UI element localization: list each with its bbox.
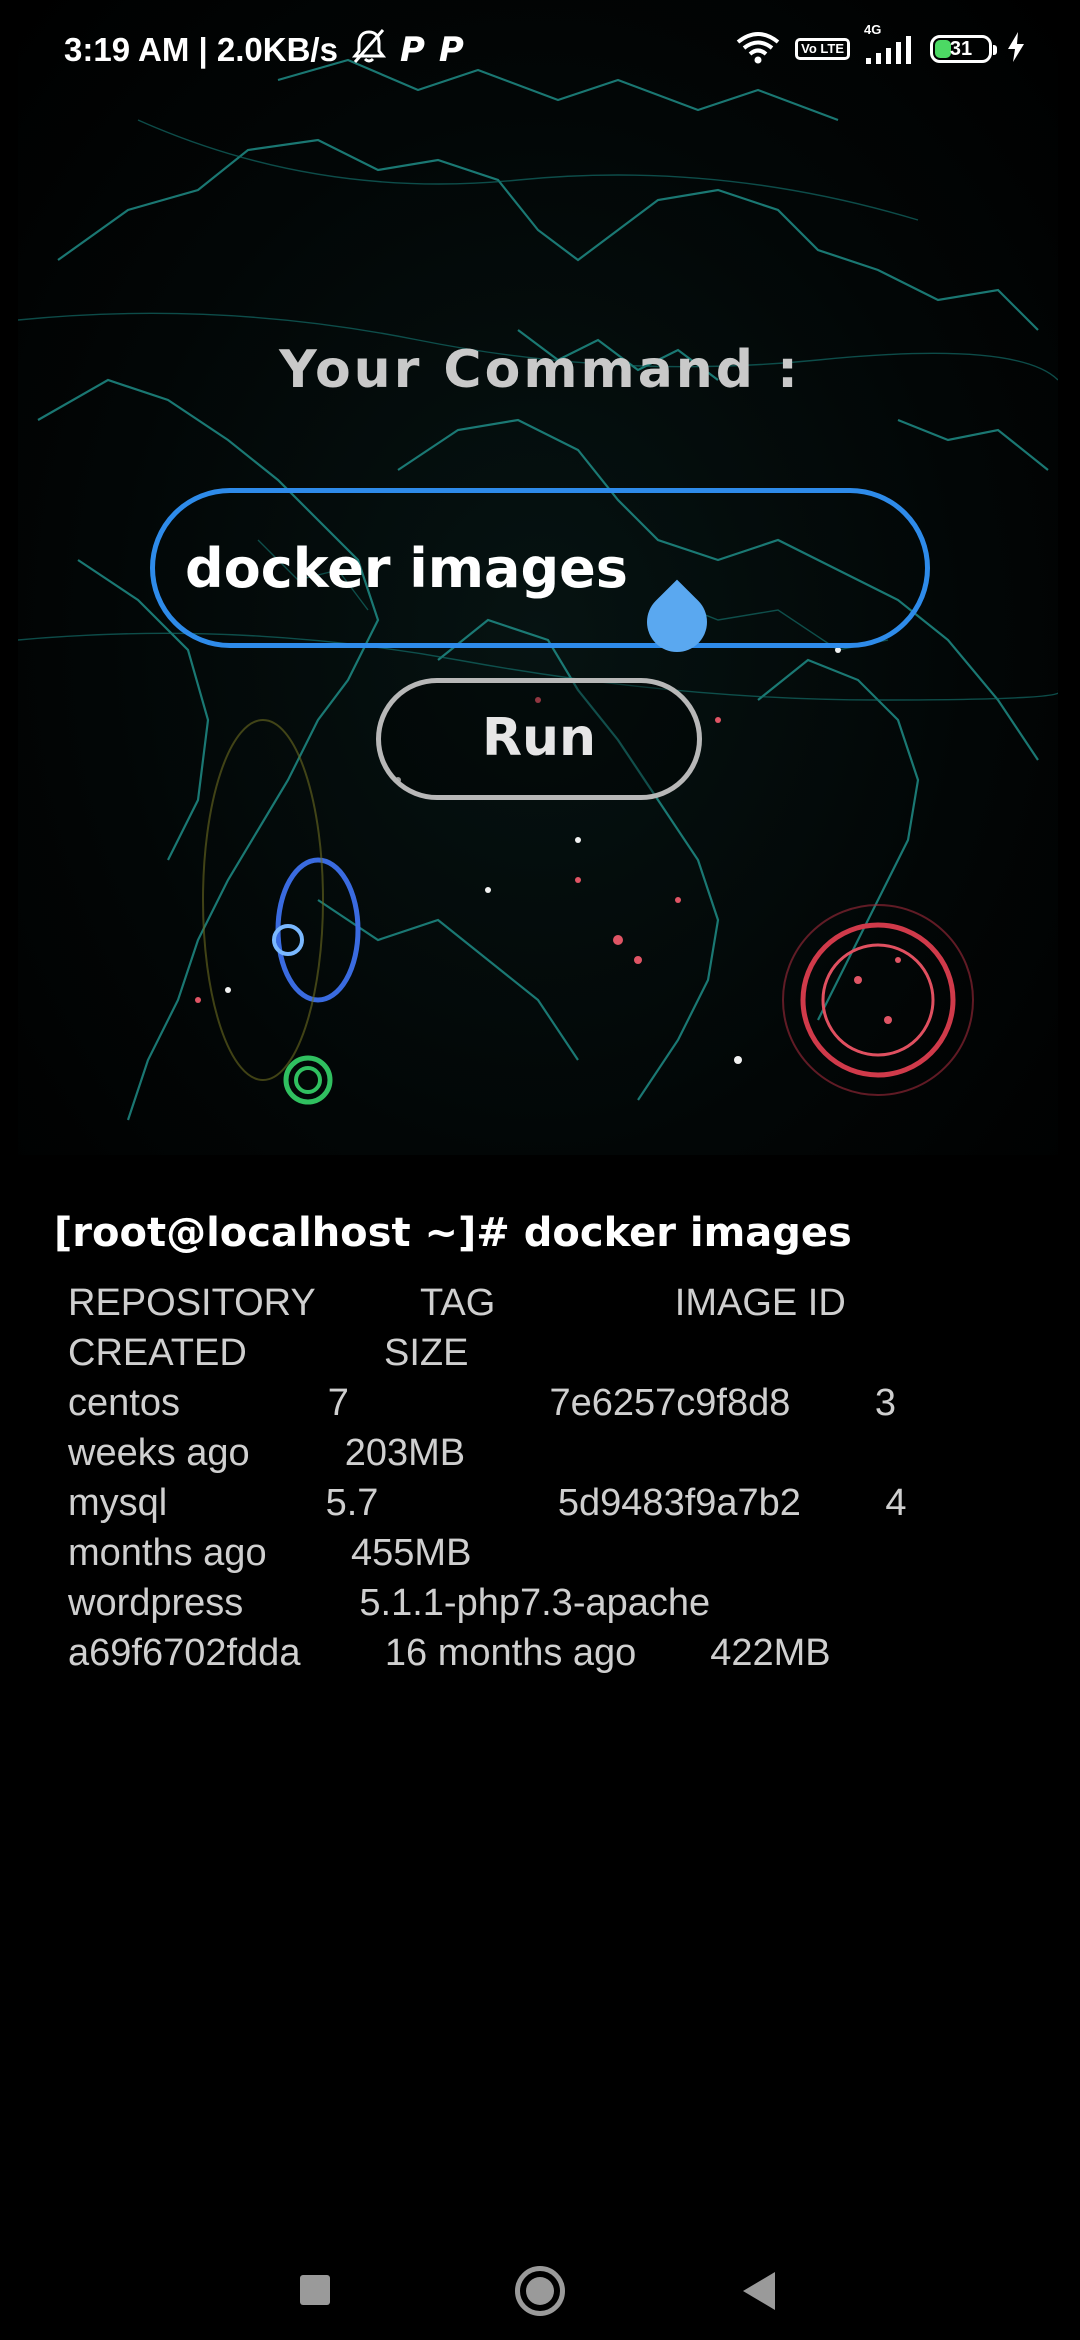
back-triangle-icon[interactable] bbox=[743, 2272, 775, 2310]
output-line: months ago 455MB bbox=[68, 1532, 472, 1574]
command-input[interactable] bbox=[150, 488, 930, 648]
output-line: wordpress 5.1.1-php7.3-apache bbox=[68, 1582, 711, 1624]
charging-icon bbox=[1006, 31, 1026, 67]
home-circle-icon[interactable] bbox=[515, 2266, 565, 2316]
battery-level: 31 bbox=[949, 38, 973, 60]
output-line: weeks ago 203MB bbox=[68, 1432, 466, 1474]
time-and-speed: 3:19 AM | 2.0KB/s bbox=[64, 31, 338, 68]
output-line: REPOSITORY TAG IMAGE ID bbox=[68, 1282, 846, 1324]
output-line: a69f6702fdda 16 months ago 422MB bbox=[68, 1632, 831, 1674]
output-line: mysql 5.7 5d9483f9a7b2 4 bbox=[68, 1482, 907, 1524]
run-button[interactable]: Run bbox=[376, 678, 702, 800]
output-line: centos 7 7e6257c9f8d8 3 bbox=[68, 1382, 896, 1424]
navigation-bar bbox=[0, 2220, 1080, 2340]
output-line: CREATED SIZE bbox=[68, 1332, 469, 1374]
bell-off-icon bbox=[351, 28, 387, 72]
volte-badge: Vo LTE bbox=[795, 38, 850, 60]
status-bar: 3:19 AM | 2.0KB/s P P Vo LTE 4G 31 bbox=[0, 0, 1080, 100]
status-right: Vo LTE 4G 31 bbox=[735, 22, 1026, 68]
status-left: 3:19 AM | 2.0KB/s P P bbox=[64, 28, 464, 72]
network-type: 4G bbox=[864, 22, 882, 37]
recents-square-icon[interactable] bbox=[300, 2275, 330, 2305]
battery-fill bbox=[935, 40, 951, 58]
command-label: Your Command : bbox=[279, 340, 801, 400]
wifi-icon bbox=[735, 30, 781, 68]
battery-indicator: 31 bbox=[930, 35, 997, 63]
command-prompt-echo: [root@localhost ~]# docker images bbox=[54, 1210, 852, 1256]
parking-notification-icon-2: P bbox=[438, 30, 464, 70]
signal-icon: 4G bbox=[864, 22, 916, 64]
command-output: REPOSITORY TAG IMAGE ID CREATED SIZE cen… bbox=[68, 1278, 1028, 1678]
parking-notification-icon: P bbox=[399, 30, 425, 70]
